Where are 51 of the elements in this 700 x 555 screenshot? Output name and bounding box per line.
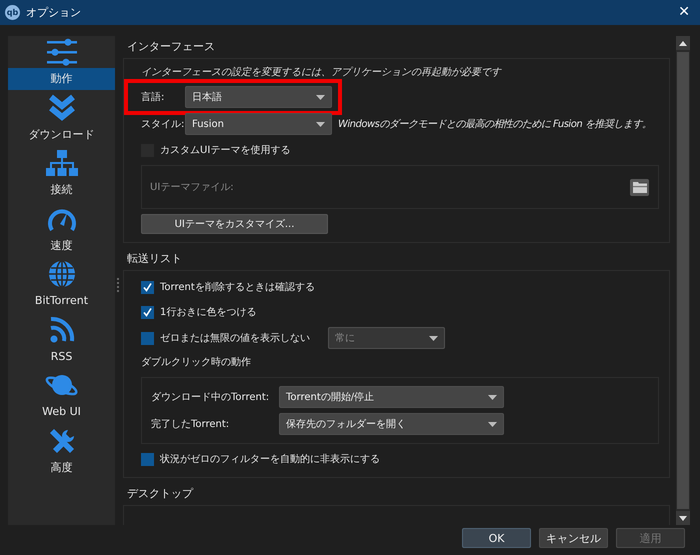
info-note: インターフェースの設定を変更するには、アプリケーションの再起動が必要です <box>141 66 503 80</box>
checkbox[interactable] <box>141 306 154 318</box>
dialog-button[interactable]: OK <box>462 528 531 548</box>
caret-icon <box>488 422 497 426</box>
close-button[interactable]: ✕ <box>668 0 700 25</box>
caret-icon <box>429 336 438 340</box>
sidebar-item[interactable]: 速度 <box>8 234 115 256</box>
hint-text: Windowsのダークモードとの最高の相性のために Fusion を推奨します。 <box>338 118 652 131</box>
section-title: インターフェース <box>127 40 216 54</box>
dropdown[interactable]: Fusion <box>185 113 332 135</box>
field-label: 完了したTorrent: <box>151 418 230 431</box>
dropdown[interactable]: 保存先のフォルダーを開く <box>279 413 504 435</box>
caret-icon <box>316 94 325 100</box>
field-label: ダウンロード中のTorrent: <box>151 390 270 404</box>
sidebar-item[interactable]: 高度 <box>8 456 115 478</box>
field-label: UIテーマファイル: <box>150 181 234 194</box>
checkbox-label: 状況がゼロのフィルターを自動的に非表示にする <box>160 452 380 466</box>
checkbox[interactable] <box>141 280 154 294</box>
scrollbar-thumb[interactable] <box>677 52 689 509</box>
caret-icon <box>488 394 497 400</box>
network-icon <box>44 149 78 177</box>
sidebar-item[interactable]: 動作 <box>8 68 115 90</box>
subheading: ダブルクリック時の動作 <box>141 356 252 370</box>
sidebar-item[interactable]: Web UI <box>8 401 115 423</box>
window-title: オプション <box>26 5 82 20</box>
sidebar-item[interactable]: BitTorrent <box>8 290 115 312</box>
folder-button[interactable] <box>630 178 649 196</box>
field-label: 言語: <box>141 90 166 104</box>
sidebar-item[interactable]: 接続 <box>8 179 115 201</box>
sliders-icon <box>44 38 78 66</box>
dialog-button[interactable]: キャンセル <box>539 528 608 548</box>
dropdown[interactable]: 日本語 <box>185 86 332 108</box>
scroll-down-icon[interactable] <box>676 511 690 525</box>
section-title: 転送リスト <box>127 252 183 266</box>
checkbox-label: 1行おきに色をつける <box>160 306 256 319</box>
checkbox-label: ゼロまたは無限の値を表示しない <box>160 332 310 345</box>
field-label: スタイル: <box>141 118 185 131</box>
checkbox-label: カスタムUIテーマを使用する <box>160 144 290 157</box>
checkbox-label: Torrentを削除するときは確認する <box>160 280 315 294</box>
sidebar-item[interactable]: ダウンロード <box>8 124 115 146</box>
dropdown[interactable]: Torrentの開始/停止 <box>279 386 504 408</box>
checkbox[interactable] <box>141 332 154 344</box>
checkbox[interactable] <box>141 452 154 466</box>
scroll-up-icon[interactable] <box>676 36 690 50</box>
app-logo: qb <box>5 5 20 20</box>
caret-icon <box>316 122 325 126</box>
section-title: デスクトップ <box>127 487 194 501</box>
sidebar-item[interactable]: RSS <box>8 346 115 368</box>
scrollbar[interactable] <box>676 36 690 525</box>
splitter-handle[interactable] <box>117 278 121 292</box>
customize-button[interactable]: UIテーマをカスタマイズ... <box>141 214 328 234</box>
